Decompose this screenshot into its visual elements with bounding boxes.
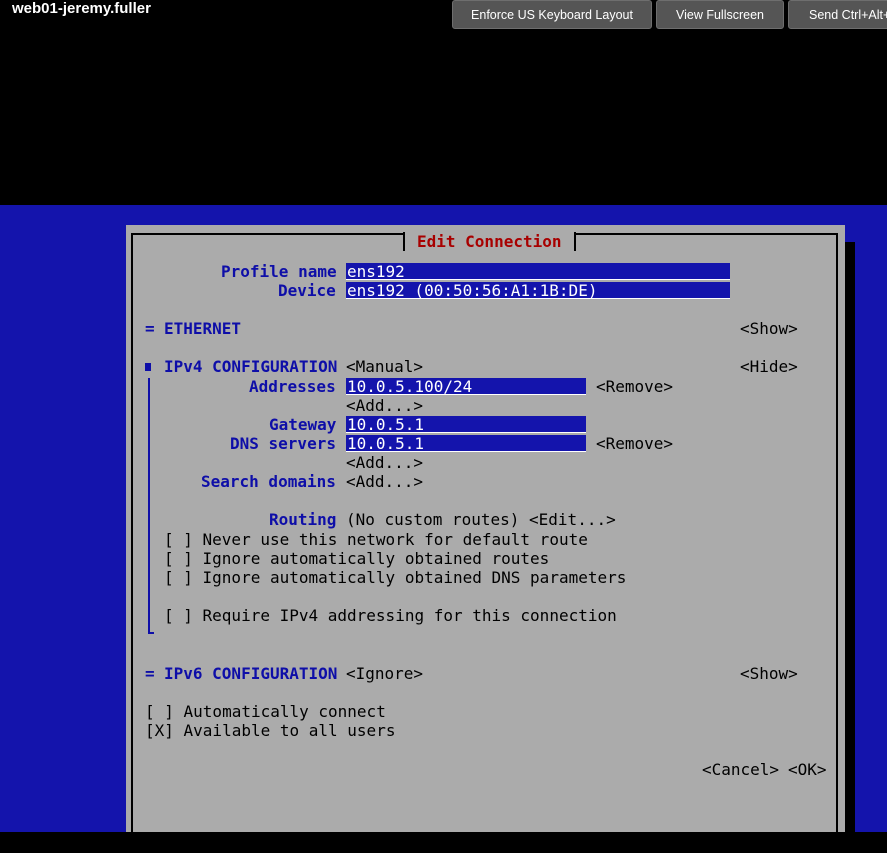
ethernet-marker: = bbox=[145, 319, 155, 338]
cancel-button[interactable]: <Cancel> bbox=[702, 760, 779, 779]
routing-label: Routing bbox=[269, 510, 337, 529]
ignore-dns-checkbox[interactable]: [ ] Ignore automatically obtained DNS pa… bbox=[164, 568, 626, 587]
dns-add-button[interactable]: <Add...> bbox=[346, 453, 423, 472]
address-remove-button[interactable]: <Remove> bbox=[596, 377, 673, 396]
require-ipv4-checkbox[interactable]: [ ] Require IPv4 addressing for this con… bbox=[164, 606, 617, 625]
ipv4-expanded-marker bbox=[145, 363, 151, 371]
enforce-keyboard-button[interactable]: Enforce US Keyboard Layout bbox=[452, 0, 652, 29]
address-input[interactable]: 10.0.5.100/24 bbox=[346, 378, 586, 395]
ok-button[interactable]: <OK> bbox=[788, 760, 827, 779]
auto-connect-checkbox[interactable]: [ ] Automatically connect bbox=[145, 702, 386, 721]
device-input[interactable]: ens192 (00:50:56:A1:1B:DE) bbox=[346, 282, 730, 299]
never-default-route-checkbox[interactable]: [ ] Never use this network for default r… bbox=[164, 530, 588, 549]
search-domains-add-button[interactable]: <Add...> bbox=[346, 472, 423, 491]
ipv4-hide-button[interactable]: <Hide> bbox=[740, 357, 798, 376]
device-label: Device bbox=[278, 281, 336, 300]
routing-edit-button[interactable]: (No custom routes) <Edit...> bbox=[346, 510, 616, 529]
ipv6-label: IPv6 CONFIGURATION bbox=[164, 664, 338, 683]
profile-name-label: Profile name bbox=[221, 262, 337, 281]
dialog-title: Edit Connection bbox=[403, 232, 576, 251]
dns-remove-button[interactable]: <Remove> bbox=[596, 434, 673, 453]
send-ctrl-alt-del-button[interactable]: Send Ctrl+Alt+ bbox=[788, 0, 887, 29]
addresses-label: Addresses bbox=[249, 377, 336, 396]
view-fullscreen-button[interactable]: View Fullscreen bbox=[656, 0, 784, 29]
search-domains-label: Search domains bbox=[201, 472, 336, 491]
ethernet-show-button[interactable]: <Show> bbox=[740, 319, 798, 338]
ignore-routes-checkbox[interactable]: [ ] Ignore automatically obtained routes bbox=[164, 549, 549, 568]
ipv6-show-button[interactable]: <Show> bbox=[740, 664, 798, 683]
dialog-shadow bbox=[845, 242, 855, 832]
dns-servers-label: DNS servers bbox=[230, 434, 336, 453]
ipv4-mode-dropdown[interactable]: <Manual> bbox=[346, 357, 423, 376]
vm-viewer-toolbar: web01-jeremy.fuller Enforce US Keyboard … bbox=[0, 0, 887, 205]
ipv4-section-bracket bbox=[148, 378, 154, 634]
ipv6-marker: = bbox=[145, 664, 155, 683]
gateway-label: Gateway bbox=[269, 415, 337, 434]
dns-server-input[interactable]: 10.0.5.1 bbox=[346, 435, 586, 452]
vm-title: web01-jeremy.fuller bbox=[12, 0, 151, 17]
ethernet-label: ETHERNET bbox=[164, 319, 242, 338]
address-add-button[interactable]: <Add...> bbox=[346, 396, 423, 415]
profile-name-input[interactable]: ens192_ bbox=[346, 263, 730, 280]
all-users-checkbox[interactable]: [X] Available to all users bbox=[145, 721, 395, 740]
ipv6-mode-dropdown[interactable]: <Ignore> bbox=[346, 664, 423, 683]
ipv4-label: IPv4 CONFIGURATION bbox=[164, 357, 338, 376]
gateway-input[interactable]: 10.0.5.1 bbox=[346, 416, 586, 433]
